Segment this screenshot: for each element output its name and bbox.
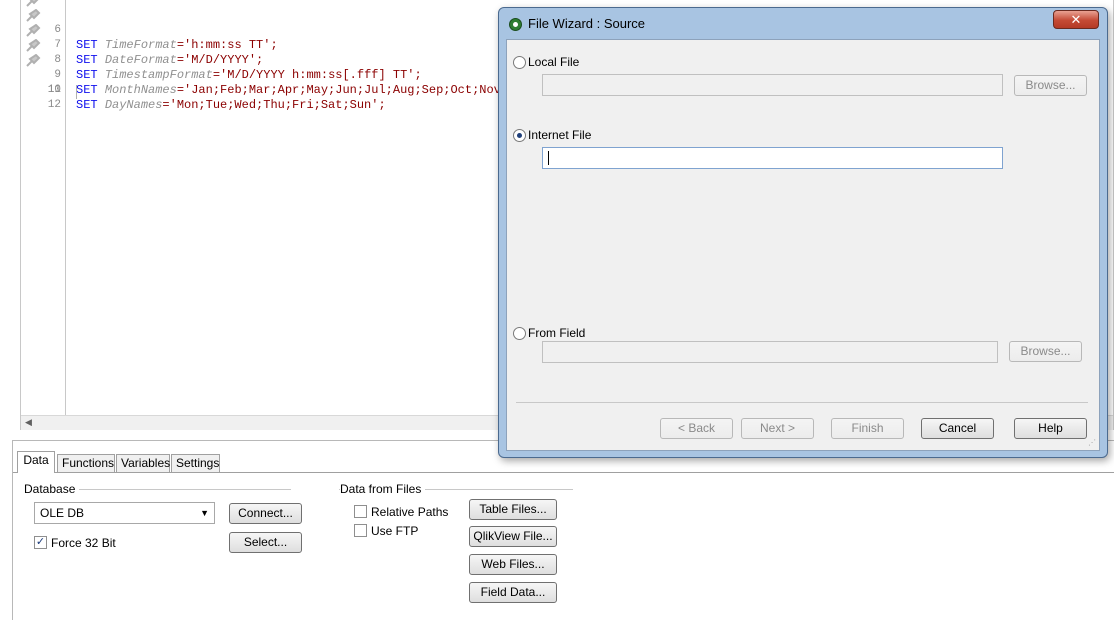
relative-paths-checkbox[interactable] xyxy=(354,505,367,518)
from-field-label: From Field xyxy=(528,326,586,340)
close-button[interactable]: ✕ xyxy=(1053,10,1099,29)
close-icon: ✕ xyxy=(1070,12,1082,27)
dialog-title: File Wizard : Source xyxy=(528,16,646,31)
web-files-button[interactable]: Web Files... xyxy=(469,554,557,575)
cancel-button[interactable]: Cancel xyxy=(921,418,994,439)
checkmark-icon: ✓ xyxy=(35,536,46,548)
next-button[interactable]: Next > xyxy=(741,418,814,439)
pin-marker-icon xyxy=(26,54,41,67)
pin-marker-icon xyxy=(26,9,41,22)
line-number: 12 xyxy=(47,99,61,111)
database-select-value: OLE DB xyxy=(40,506,85,520)
local-file-path-field xyxy=(542,74,1003,96)
back-button[interactable]: < Back xyxy=(660,418,733,439)
force-32-bit-checkbox[interactable]: ✓ xyxy=(34,536,47,549)
code-value: ='Mon;Tue;Wed;Thu;Fri;Sat;Sun'; xyxy=(162,98,386,112)
bottom-panel: Data Functions Variables Settings Databa… xyxy=(12,440,1114,621)
internet-file-label: Internet File xyxy=(528,128,592,142)
local-file-radio[interactable] xyxy=(513,56,526,69)
connect-button[interactable]: Connect... xyxy=(229,503,302,524)
force-32-bit-label: Force 32 Bit xyxy=(51,536,116,550)
relative-paths-label: Relative Paths xyxy=(371,505,449,519)
from-field-radio[interactable] xyxy=(513,327,526,340)
scroll-left-icon[interactable]: ◀ xyxy=(25,417,32,428)
database-group-title: Database xyxy=(24,482,80,496)
internet-file-url-input[interactable] xyxy=(543,148,1002,168)
tab-data[interactable]: Data xyxy=(17,451,55,473)
field-data-button[interactable]: Field Data... xyxy=(469,582,557,603)
code-keyword: SET xyxy=(76,98,98,112)
pin-marker-icon xyxy=(26,39,41,52)
tab-settings[interactable]: Settings xyxy=(171,454,220,473)
internet-file-url-field[interactable] xyxy=(542,147,1003,169)
from-field-browse-button[interactable]: Browse... xyxy=(1009,341,1082,362)
internet-file-radio[interactable] xyxy=(513,129,526,142)
select-button[interactable]: Select... xyxy=(229,532,302,553)
dialog-content: Local File Browse... Internet File From … xyxy=(506,39,1100,451)
local-file-label: Local File xyxy=(528,55,580,69)
local-browse-button[interactable]: Browse... xyxy=(1014,75,1087,96)
pin-marker-icon xyxy=(26,24,41,37)
data-from-files-group-title: Data from Files xyxy=(340,482,426,496)
dialog-separator xyxy=(516,402,1088,403)
use-ftp-checkbox[interactable] xyxy=(354,524,367,537)
data-tab-content: Database OLE DB ▼ Connect... Select... ✓… xyxy=(13,472,1114,621)
from-field-path-field xyxy=(542,341,998,363)
resize-grip-icon[interactable]: ⋰ xyxy=(1088,438,1096,447)
text-caret xyxy=(548,151,549,165)
table-files-button[interactable]: Table Files... xyxy=(469,499,557,520)
chevron-down-icon: ▼ xyxy=(200,508,209,518)
qlikview-file-button[interactable]: QlikView File... xyxy=(469,526,557,547)
tab-functions[interactable]: Functions xyxy=(57,454,115,473)
tab-variables[interactable]: Variables xyxy=(116,454,170,473)
file-wizard-dialog: File Wizard : Source ✕ Local File Browse… xyxy=(498,7,1108,458)
code-variable: DayNames xyxy=(104,98,163,112)
use-ftp-label: Use FTP xyxy=(371,524,419,538)
editor-caret xyxy=(76,85,77,99)
database-select[interactable]: OLE DB ▼ xyxy=(34,502,215,524)
help-button[interactable]: Help xyxy=(1014,418,1087,439)
finish-button[interactable]: Finish xyxy=(831,418,904,439)
qlikview-app-icon xyxy=(509,18,522,31)
pin-marker-icon xyxy=(26,0,39,7)
